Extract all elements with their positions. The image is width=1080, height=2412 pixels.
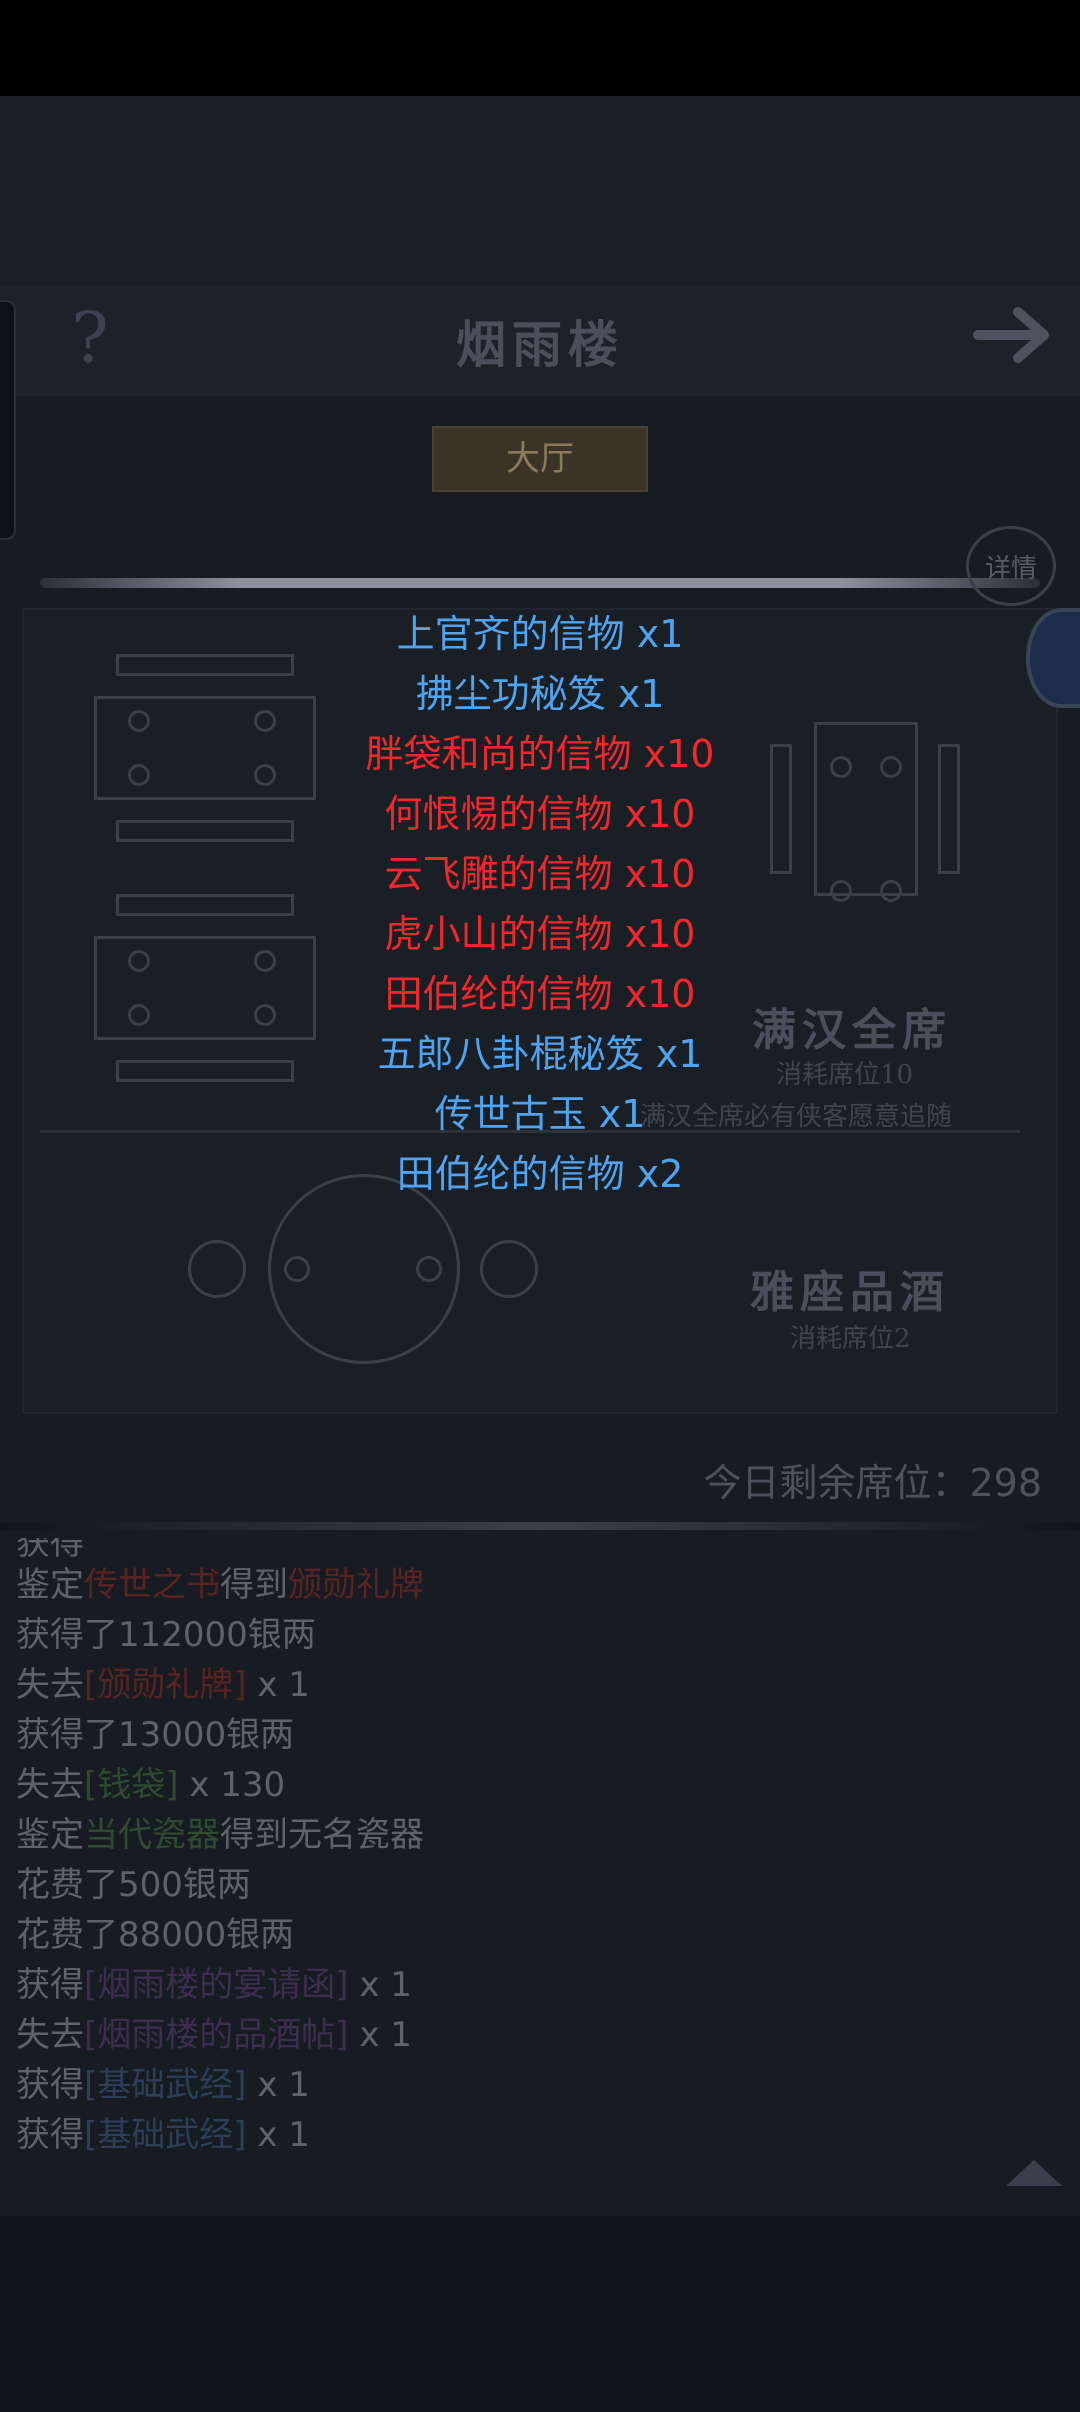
- log-item: 颁勋礼牌: [288, 1565, 424, 1605]
- log-text: 获得: [16, 2115, 84, 2155]
- log-item: [基础武经]: [84, 2115, 247, 2155]
- log-line: 失去[钱袋] x 130: [16, 1760, 1016, 1810]
- log-text: 得到无名瓷器: [220, 1815, 424, 1855]
- bottom-area: [0, 2216, 1080, 2412]
- reward-item: 五郎八卦棍秘笈 x1: [377, 1032, 703, 1076]
- arrow-right-icon[interactable]: [970, 300, 1060, 370]
- details-button[interactable]: 详情: [966, 526, 1056, 606]
- log-text: 花费了500银两: [16, 1865, 251, 1905]
- log-text: x 1: [246, 2065, 310, 2105]
- table-name-wine[interactable]: 雅座品酒: [750, 1256, 950, 1320]
- log-text: 鉴定: [16, 1815, 84, 1855]
- log-line: 花费了500银两: [16, 1860, 1016, 1910]
- log-line: 获得[基础武经] x 1: [16, 2110, 1016, 2160]
- log-line: 失去[颁勋礼牌] x 1: [16, 1660, 1016, 1710]
- log-text: 获得: [16, 2065, 84, 2105]
- log-line-partial: 获得: [16, 1538, 84, 1562]
- reward-item: 云飞雕的信物 x10: [384, 852, 696, 896]
- tab-hall[interactable]: 大厅: [432, 426, 648, 492]
- log-text: x 1: [348, 2015, 412, 2055]
- reward-list: 上官齐的信物 x1 拂尘功秘笈 x1 胖袋和尚的信物 x10 何恨惕的信物 x10 云飞…: [0, 604, 1080, 1204]
- log-line: 鉴定当代瓷器得到无名瓷器: [16, 1810, 1016, 1860]
- log-text: x 1: [246, 1665, 310, 1705]
- log-text: 获得了112000银两: [16, 1615, 316, 1655]
- top-area: [0, 96, 1080, 286]
- log-item: [颁勋礼牌]: [84, 1665, 247, 1705]
- log-line: 失去[烟雨楼的品酒帖] x 1: [16, 2010, 1016, 2060]
- log-text: x 1: [246, 2115, 310, 2155]
- log-line: 获得了13000银两: [16, 1710, 1016, 1760]
- log-line: 获得了112000银两: [16, 1610, 1016, 1660]
- reward-item: 田伯纶的信物 x10: [384, 972, 696, 1016]
- log-text: 失去: [16, 1765, 84, 1805]
- log-text: 失去: [16, 2015, 84, 2055]
- scroll-divider: [40, 578, 1040, 588]
- log-text: 获得了13000银两: [16, 1715, 295, 1755]
- remaining-seats: 今日剩余席位：298: [703, 1461, 1042, 1505]
- log-item: [烟雨楼的宴请函]: [84, 1965, 349, 2005]
- page-title: 烟雨楼: [456, 315, 624, 374]
- status-bar: [0, 0, 1080, 96]
- log-text: 花费了88000银两: [16, 1915, 295, 1955]
- reward-item: 上官齐的信物 x1: [396, 612, 684, 656]
- log-text: 鉴定: [16, 1565, 84, 1605]
- message-log[interactable]: 鉴定传世之书得到颁勋礼牌 获得了112000银两 失去[颁勋礼牌] x 1 获得了13…: [16, 1560, 1016, 2160]
- table-cost-wine: 消耗席位2: [790, 1324, 911, 1354]
- log-item: [钱袋]: [84, 1765, 179, 1805]
- log-line: 花费了88000银两: [16, 1910, 1016, 1960]
- log-text: x 1: [348, 1965, 412, 2005]
- reward-item: 何恨惕的信物 x10: [384, 792, 696, 836]
- reward-item: 传世古玉 x1: [434, 1092, 646, 1136]
- reward-item: 虎小山的信物 x10: [384, 912, 696, 956]
- log-item: 传世之书: [84, 1565, 220, 1605]
- collapse-up-icon[interactable]: [1004, 2156, 1064, 2188]
- log-item: 当代瓷器: [84, 1815, 220, 1855]
- log-line: 鉴定传世之书得到颁勋礼牌: [16, 1560, 1016, 1610]
- seat: [416, 1256, 442, 1282]
- reward-item: 胖袋和尚的信物 x10: [365, 732, 715, 776]
- stool: [480, 1240, 538, 1298]
- log-item: [基础武经]: [84, 2065, 247, 2105]
- log-line: 获得[基础武经] x 1: [16, 2060, 1016, 2110]
- seat: [284, 1256, 310, 1282]
- reward-item: 拂尘功秘笈 x1: [415, 672, 665, 716]
- log-divider: [0, 1522, 1080, 1530]
- log-text: x 130: [178, 1765, 286, 1805]
- stool: [188, 1240, 246, 1298]
- log-line: 获得[烟雨楼的宴请函] x 1: [16, 1960, 1016, 2010]
- reward-item: 田伯纶的信物 x2: [396, 1152, 684, 1196]
- log-text: 失去: [16, 1665, 84, 1705]
- log-text: 得到: [220, 1565, 288, 1605]
- log-item: [烟雨楼的品酒帖]: [84, 2015, 349, 2055]
- log-text: 获得: [16, 1965, 84, 2005]
